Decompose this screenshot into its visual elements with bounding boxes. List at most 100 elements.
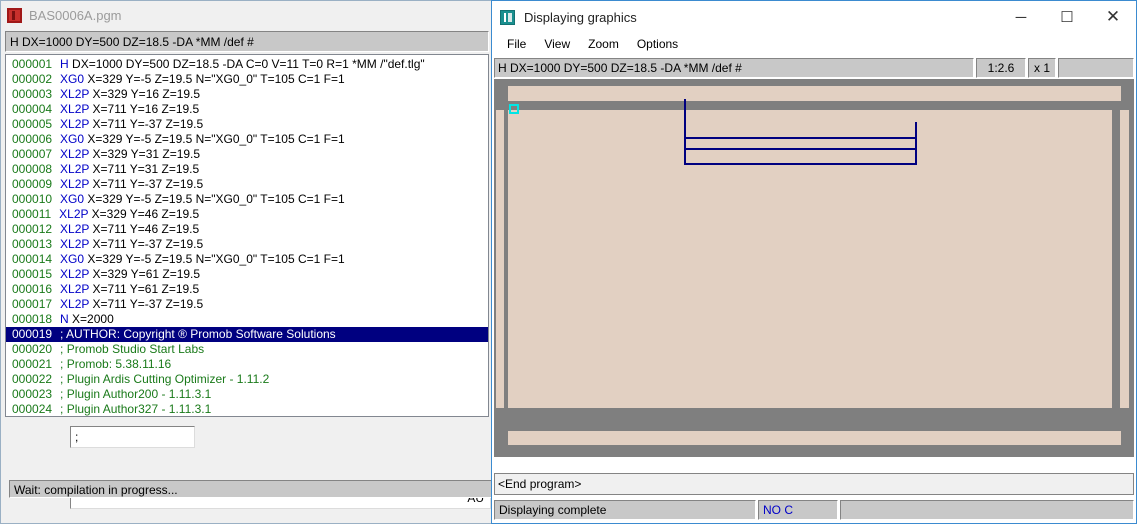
code-text: ; Plugin Author200 - 1.11.3.1 xyxy=(60,387,212,401)
status-extra xyxy=(840,500,1134,520)
line-number: 000020 xyxy=(12,342,53,356)
graphics-window: Displaying graphics ─ ☐ ✕ File View Zoom… xyxy=(491,0,1137,524)
graphics-toolbar: H DX=1000 DY=500 DZ=18.5 -DA *MM /def # … xyxy=(494,58,1134,78)
code-line[interactable]: 000010 XG0 X=329 Y=-5 Z=19.5 N="XG0_0" T=… xyxy=(6,192,488,207)
graphics-status-bar: Displaying complete NO C xyxy=(494,500,1134,520)
toolbar-multiplier-field[interactable]: x 1 xyxy=(1028,58,1056,78)
code-text: X=711 Y=61 Z=19.5 xyxy=(92,282,200,296)
code-keyword: XL2P xyxy=(60,282,93,296)
line-number: 000002 xyxy=(12,72,53,86)
code-line[interactable]: 000014 XG0 X=329 Y=-5 Z=19.5 N="XG0_0" T=… xyxy=(6,252,488,267)
status-code: NO C xyxy=(758,500,838,520)
line-number: 000024 xyxy=(12,402,53,416)
editor-status-bar: Wait: compilation in progress... xyxy=(9,480,493,498)
menu-zoom[interactable]: Zoom xyxy=(579,35,628,53)
maximize-button[interactable]: ☐ xyxy=(1044,1,1090,33)
code-keyword: XL2P xyxy=(60,237,93,251)
code-text: X=329 Y=16 Z=19.5 xyxy=(92,87,201,101)
code-keyword: XL2P xyxy=(60,297,93,311)
code-keyword: XL2P xyxy=(60,87,93,101)
editor-window-title: BAS0006A.pgm xyxy=(29,7,122,23)
code-line[interactable]: 000004 XL2P X=711 Y=16 Z=19.5 xyxy=(6,102,488,117)
code-line[interactable]: 000001 H DX=1000 DY=500 DZ=18.5 -DA C=0 V… xyxy=(6,57,488,72)
editor-header-command[interactable]: H DX=1000 DY=500 DZ=18.5 -DA *MM /def # xyxy=(5,31,489,52)
code-text: ; Plugin Ardis Cutting Optimizer - 1.11.… xyxy=(60,372,270,386)
code-text: X=329 Y=-5 Z=19.5 N="XG0_0" T=105 C=1 F=… xyxy=(87,132,345,146)
code-line[interactable]: 000009 XL2P X=711 Y=-37 Z=19.5 xyxy=(6,177,488,192)
code-keyword: XL2P xyxy=(59,207,92,221)
line-number: 000014 xyxy=(12,252,53,266)
code-editor-area[interactable]: 000001 H DX=1000 DY=500 DZ=18.5 -DA C=0 V… xyxy=(5,54,489,417)
code-line[interactable]: 000012 XL2P X=711 Y=46 Z=19.5 xyxy=(6,222,488,237)
line-number: 000007 xyxy=(12,147,53,161)
code-line[interactable]: 000023 ; Plugin Author200 - 1.11.3.1 xyxy=(6,387,488,402)
code-line[interactable]: 000011 XL2P X=329 Y=46 Z=19.5 xyxy=(6,207,488,222)
graphics-app-icon xyxy=(500,9,515,25)
close-button[interactable]: ✕ xyxy=(1090,1,1136,33)
code-keyword: H xyxy=(60,57,73,71)
right-scroll-strip[interactable] xyxy=(1120,110,1129,408)
menu-options[interactable]: Options xyxy=(628,35,687,53)
code-line[interactable]: 000024 ; Plugin Author327 - 1.11.3.1 xyxy=(6,402,488,416)
code-line[interactable]: 000018 N X=2000 xyxy=(6,312,488,327)
code-keyword: XL2P xyxy=(60,147,93,161)
toolpath-vertical-right xyxy=(915,122,917,165)
code-line[interactable]: 000017 XL2P X=711 Y=-37 Z=19.5 xyxy=(6,297,488,312)
code-keyword: XG0 xyxy=(60,192,88,206)
line-number: 000023 xyxy=(12,387,53,401)
line-number: 000005 xyxy=(12,117,53,131)
comment-input[interactable]: ; xyxy=(70,426,195,448)
code-line[interactable]: 000002 XG0 X=329 Y=-5 Z=19.5 N="XG0_0" T=… xyxy=(6,72,488,87)
code-line[interactable]: 000008 XL2P X=711 Y=31 Z=19.5 xyxy=(6,162,488,177)
code-line[interactable]: 000003 XL2P X=329 Y=16 Z=19.5 xyxy=(6,87,488,102)
code-text: X=711 Y=-37 Z=19.5 xyxy=(92,117,204,131)
menu-view[interactable]: View xyxy=(535,35,579,53)
bottom-scroll-strip[interactable] xyxy=(508,431,1121,445)
code-keyword: XL2P xyxy=(60,222,93,236)
toolbar-scale-field[interactable]: 1:2.6 xyxy=(976,58,1026,78)
line-number: 000012 xyxy=(12,222,53,236)
code-text: X=711 Y=16 Z=19.5 xyxy=(92,102,200,116)
graphics-canvas[interactable] xyxy=(494,79,1134,457)
status-main: Displaying complete xyxy=(494,500,756,520)
code-line[interactable]: 000007 XL2P X=329 Y=31 Z=19.5 xyxy=(6,147,488,162)
toolpath-vertical-main xyxy=(684,99,686,165)
line-number: 000009 xyxy=(12,177,53,191)
code-keyword: XL2P xyxy=(60,162,93,176)
editor-titlebar[interactable]: BAS0006A.pgm xyxy=(1,1,493,29)
graphics-titlebar[interactable]: Displaying graphics ─ ☐ ✕ xyxy=(492,1,1136,33)
code-line[interactable]: 000020 ; Promob Studio Start Labs xyxy=(6,342,488,357)
code-text: X=711 Y=31 Z=19.5 xyxy=(92,162,200,176)
line-number: 000021 xyxy=(12,357,53,371)
editor-lower-panel: ; AU Wait: compilation in progress... xyxy=(5,417,493,509)
minimize-button[interactable]: ─ xyxy=(998,1,1044,33)
workpiece-board xyxy=(508,110,1112,408)
code-text: DX=1000 DY=500 DZ=18.5 -DA C=0 V=11 T=0 … xyxy=(72,57,425,71)
code-keyword: XL2P xyxy=(60,267,93,281)
toolpath-horizontal-1 xyxy=(684,137,917,139)
code-line[interactable]: 000022 ; Plugin Ardis Cutting Optimizer -… xyxy=(6,372,488,387)
code-line[interactable]: 000013 XL2P X=711 Y=-37 Z=19.5 xyxy=(6,237,488,252)
toolbar-extra-field[interactable] xyxy=(1058,58,1134,78)
code-line[interactable]: 000019 ; AUTHOR: Copyright ® Promob Softw… xyxy=(6,327,488,342)
code-text: X=711 Y=-37 Z=19.5 xyxy=(92,177,204,191)
code-line[interactable]: 000016 XL2P X=711 Y=61 Z=19.5 xyxy=(6,282,488,297)
line-number: 000006 xyxy=(12,132,53,146)
line-number: 000017 xyxy=(12,297,53,311)
code-keyword: XG0 xyxy=(60,72,88,86)
code-keyword: XL2P xyxy=(60,102,93,116)
code-line[interactable]: 000006 XG0 X=329 Y=-5 Z=19.5 N="XG0_0" T=… xyxy=(6,132,488,147)
toolpath-horizontal-2 xyxy=(684,148,917,150)
code-line[interactable]: 000015 XL2P X=329 Y=61 Z=19.5 xyxy=(6,267,488,282)
code-text: X=711 Y=-37 Z=19.5 xyxy=(92,237,204,251)
toolbar-command-field[interactable]: H DX=1000 DY=500 DZ=18.5 -DA *MM /def # xyxy=(494,58,974,78)
code-keyword: XL2P xyxy=(60,117,93,131)
code-text: ; Promob Studio Start Labs xyxy=(60,342,205,356)
line-number: 000003 xyxy=(12,87,53,101)
graphics-message-bar: <End program> xyxy=(494,473,1134,495)
code-line[interactable]: 000021 ; Promob: 5.38.11.16 xyxy=(6,357,488,372)
code-text: X=329 Y=-5 Z=19.5 N="XG0_0" T=105 C=1 F=… xyxy=(87,252,345,266)
code-line[interactable]: 000005 XL2P X=711 Y=-37 Z=19.5 xyxy=(6,117,488,132)
menu-file[interactable]: File xyxy=(498,35,535,53)
top-ruler-strip xyxy=(508,86,1121,101)
